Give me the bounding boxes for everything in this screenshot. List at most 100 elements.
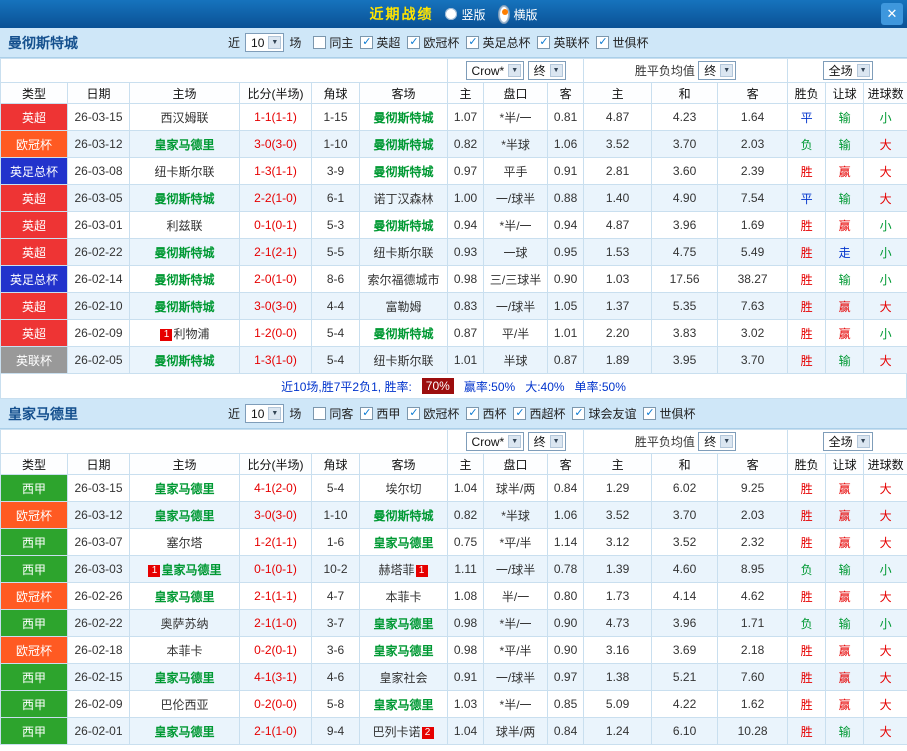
odds-handicap: 一/球半 — [483, 184, 549, 212]
close-button[interactable]: ✕ — [881, 3, 903, 25]
odds-handicap: 半/一 — [483, 582, 549, 610]
filter-item-欧冠杯[interactable]: ✓ 欧冠杯 — [407, 34, 459, 51]
avg-away: 2.39 — [717, 157, 789, 185]
checkbox-unchecked-icon[interactable] — [313, 407, 327, 420]
team-name: 皇家马德里 — [373, 616, 434, 631]
radio-selected-icon[interactable] — [497, 4, 510, 24]
summary-stat: 大:40% — [525, 379, 565, 394]
filter-item-同主[interactable]: 同主 — [313, 34, 353, 51]
checkbox-checked-icon[interactable]: ✓ — [537, 36, 551, 49]
corners: 6-1 — [311, 184, 360, 212]
column-header: 让球 — [825, 82, 865, 104]
fullmatch-select[interactable]: 全场 ▼ — [822, 432, 873, 451]
filter-item-西超杯[interactable]: ✓ 西超杯 — [513, 405, 565, 422]
odds-handicap: *平/半 — [483, 528, 549, 556]
avg-draw: 4.60 — [651, 555, 719, 583]
filter-item-英超[interactable]: ✓ 英超 — [360, 34, 400, 51]
checkbox-checked-icon[interactable]: ✓ — [360, 407, 374, 420]
avg-final-select[interactable]: 终 ▼ — [698, 432, 737, 451]
odds-handicap: 球半/两 — [483, 717, 549, 745]
avg-draw: 4.75 — [651, 238, 719, 266]
checkbox-checked-icon[interactable]: ✓ — [466, 407, 480, 420]
chevron-down-icon: ▼ — [720, 435, 734, 448]
column-header: 主 — [583, 82, 653, 104]
avg-home: 1.37 — [583, 292, 653, 320]
column-header: 进球数 — [863, 82, 907, 104]
team-name: 曼彻斯特城 — [373, 164, 434, 179]
team-name: 纽卡斯尔联 — [373, 245, 434, 260]
filter-item-西杯[interactable]: ✓ 西杯 — [466, 405, 506, 422]
title-bar: 近期战绩 竖版 横版 ✕ — [0, 0, 907, 28]
final-odds-select[interactable]: 终 ▼ — [527, 431, 566, 451]
filter-item-球会友谊[interactable]: ✓ 球会友谊 — [572, 405, 636, 422]
checkbox-checked-icon[interactable]: ✓ — [407, 36, 421, 49]
column-header: 客 — [547, 82, 585, 104]
chevron-down-icon: ▼ — [268, 36, 282, 49]
filter-item-世俱杯[interactable]: ✓ 世俱杯 — [643, 405, 696, 422]
odds-handicap: 平/半 — [483, 319, 549, 347]
match-date: 26-03-12 — [67, 130, 130, 158]
home-team: 皇家马德里 — [129, 130, 240, 158]
team-name: 皇家马德里 — [373, 643, 434, 658]
odds-source-select[interactable]: Crow* ▼ — [465, 432, 525, 452]
odds-home: 0.98 — [447, 265, 485, 293]
score: 1-2(0-0) — [239, 319, 312, 347]
checkbox-unchecked-icon[interactable] — [313, 36, 327, 49]
avg-away: 10.28 — [717, 717, 789, 745]
checkbox-checked-icon[interactable]: ✓ — [572, 407, 586, 420]
odds-home: 1.04 — [447, 717, 485, 745]
result-handicap: 赢 — [825, 157, 865, 185]
final-odds-select[interactable]: 终 ▼ — [527, 60, 566, 80]
radio-horizontal-layout[interactable]: 横版 — [497, 4, 538, 24]
filter-item-英足总杯[interactable]: ✓ 英足总杯 — [466, 34, 530, 51]
filter-item-世俱杯[interactable]: ✓ 世俱杯 — [596, 34, 648, 51]
checkbox-checked-icon[interactable]: ✓ — [466, 36, 480, 49]
match-type: 西甲 — [0, 690, 68, 718]
avg-draw: 3.69 — [651, 636, 719, 664]
home-team: 巴伦西亚 — [129, 690, 240, 718]
odds-away: 0.81 — [547, 103, 585, 131]
match-date: 26-03-08 — [67, 157, 130, 185]
score: 4-1(3-1) — [239, 663, 312, 691]
match-count-select[interactable]: 10 ▼ — [245, 33, 285, 52]
radio-horizontal-label: 横版 — [513, 7, 538, 22]
filter-item-同客[interactable]: 同客 — [313, 405, 353, 422]
match-type: 西甲 — [0, 528, 68, 556]
radio-unselected-icon[interactable] — [445, 8, 458, 20]
avg-home: 3.52 — [583, 130, 653, 158]
corners: 4-7 — [311, 582, 360, 610]
filter-item-西甲[interactable]: ✓ 西甲 — [360, 405, 400, 422]
match-type: 欧冠杯 — [0, 582, 68, 610]
home-team: 曼彻斯特城 — [129, 238, 240, 266]
league-filters: 同主 ✓ 英超 ✓ 欧冠杯 ✓ 英足总杯 ✓ 英联杯 ✓ 世俱杯 — [306, 34, 648, 51]
result-goals: 小 — [863, 238, 907, 266]
checkbox-checked-icon[interactable]: ✓ — [407, 407, 421, 420]
score: 2-1(1-0) — [239, 609, 312, 637]
match-count-select[interactable]: 10 ▼ — [245, 404, 285, 423]
radio-vertical-layout[interactable]: 竖版 — [445, 6, 486, 23]
column-header: 角球 — [311, 453, 360, 475]
avg-draw: 4.90 — [651, 184, 719, 212]
odds-handicap: *半/一 — [483, 103, 549, 131]
away-team: 皇家马德里 — [358, 690, 449, 718]
avg-draw: 17.56 — [651, 265, 719, 293]
odds-handicap: *半球 — [483, 130, 549, 158]
filter-item-欧冠杯[interactable]: ✓ 欧冠杯 — [407, 405, 459, 422]
fullmatch-select[interactable]: 全场 ▼ — [822, 61, 873, 80]
odds-subheader-row: Crow* ▼ 终 ▼ 胜平负均值 终 ▼ 全场 ▼ — [0, 429, 907, 454]
odds-source-select[interactable]: Crow* ▼ — [465, 61, 525, 81]
checkbox-checked-icon[interactable]: ✓ — [360, 36, 374, 49]
match-date: 26-03-03 — [67, 555, 130, 583]
avg-final-select[interactable]: 终 ▼ — [698, 61, 737, 80]
column-header: 客场 — [358, 82, 449, 104]
score: 2-1(1-0) — [239, 717, 312, 745]
filter-item-英联杯[interactable]: ✓ 英联杯 — [537, 34, 589, 51]
away-team: 曼彻斯特城 — [358, 501, 449, 529]
odds-home: 0.82 — [447, 130, 485, 158]
avg-draw: 4.22 — [651, 690, 719, 718]
corners: 5-3 — [311, 211, 360, 239]
checkbox-checked-icon[interactable]: ✓ — [513, 407, 527, 420]
checkbox-checked-icon[interactable]: ✓ — [596, 36, 610, 49]
checkbox-checked-icon[interactable]: ✓ — [643, 407, 657, 420]
odds-handicap: 一/球半 — [483, 663, 549, 691]
